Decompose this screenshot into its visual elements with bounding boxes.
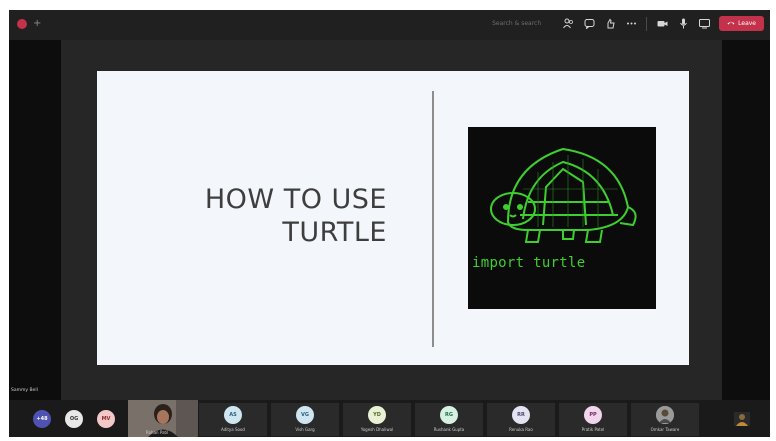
participant-tile-content: PP Pratik Patel — [559, 400, 627, 437]
participant-tile-content: RG Rushank Gupta — [415, 400, 483, 437]
participant-rg[interactable]: RG Rushank Gupta — [415, 403, 483, 436]
right-letterbox — [722, 40, 770, 400]
participant-video-tile[interactable]: Rohan Patil — [128, 400, 198, 437]
avatar: YD — [368, 405, 386, 424]
turtle-image: import turtle — [468, 127, 656, 309]
participant-name: Yogesh Dhaliwal — [360, 426, 394, 432]
leave-button[interactable]: Leave — [719, 16, 764, 31]
more-icon[interactable] — [625, 18, 637, 30]
slide-title-line-1: HOW TO USE — [204, 184, 387, 215]
participant-tile-content: VG Vish Garg — [271, 400, 339, 437]
avatar: RG — [440, 405, 458, 424]
avatar: MV — [97, 409, 115, 428]
avatar: VG — [296, 405, 314, 424]
participant-yd[interactable]: YD Yogesh Dhaliwal — [343, 403, 411, 436]
add-icon[interactable]: + — [33, 19, 41, 29]
toolbar-divider — [646, 16, 648, 31]
people-icon[interactable] — [562, 18, 574, 30]
toolbar-left: + — [17, 19, 41, 29]
participant-tile-content: RR Renuka Rao — [487, 400, 555, 437]
self-view-icon[interactable] — [731, 400, 753, 437]
participant-pp[interactable]: PP Pratik Patel — [559, 403, 627, 436]
toolbar-right: Search & search Leave — [492, 16, 764, 31]
chat-icon[interactable] — [583, 18, 595, 30]
participant-tile-content: AS Aditya Sood — [199, 400, 267, 437]
participant-tile-content: YD Yogesh Dhaliwal — [343, 400, 411, 437]
slide-divider — [432, 91, 434, 347]
turtle-illustration — [490, 147, 637, 243]
avatar: +48 — [33, 409, 51, 428]
participant-overflow[interactable]: +48 — [31, 400, 53, 437]
participant-name: Renuka Rao — [509, 426, 533, 432]
participant-og[interactable]: OG — [63, 400, 85, 437]
shared-screen-stage: HOW TO USE TURTLE import turtle Sammy Be… — [9, 40, 770, 400]
avatar-photo-icon — [656, 405, 674, 424]
search-hint[interactable]: Search & search — [492, 20, 541, 27]
presenter-name-tag: Sammy Bell — [11, 388, 38, 393]
import-turtle-caption: import turtle — [472, 255, 586, 271]
mic-icon[interactable] — [677, 18, 689, 30]
slide-title: HOW TO USE TURTLE — [205, 183, 387, 249]
reactions-icon[interactable] — [604, 18, 616, 30]
participant-as[interactable]: AS Aditya Sood — [199, 403, 267, 436]
presentation-slide: HOW TO USE TURTLE import turtle — [97, 71, 689, 365]
participant-mv[interactable]: MV — [95, 400, 117, 437]
participant-name: Pratik Patel — [581, 426, 605, 432]
participant-name: Vish Garg — [295, 426, 315, 432]
participant-rr[interactable]: RR Renuka Rao — [487, 403, 555, 436]
participant-tile-content: Omkar Taware — [631, 400, 699, 437]
participant-vg[interactable]: VG Vish Garg — [271, 403, 339, 436]
participant-name: Rohan Patil — [146, 430, 169, 435]
participant-gallery: +48 OG MV Rohan Patil AS Aditya Sood VG … — [9, 400, 770, 437]
participant-name: Rushank Gupta — [433, 426, 465, 432]
meeting-toolbar: + Search & search Leave — [9, 10, 770, 40]
participant-photo[interactable]: Omkar Taware — [631, 403, 699, 436]
slide-title-line-2: TURTLE — [282, 217, 387, 248]
phone-hangup-icon — [727, 20, 735, 27]
recording-icon — [17, 19, 27, 29]
participant-name: Omkar Taware — [650, 426, 680, 432]
participant-name: Aditya Sood — [221, 426, 245, 432]
teams-meeting-window: + Search & search Leave HOW TO USE TURTL… — [9, 10, 770, 437]
leave-label: Leave — [738, 20, 756, 27]
avatar: PP — [584, 405, 602, 424]
share-icon[interactable] — [698, 18, 710, 30]
camera-icon[interactable] — [656, 18, 668, 30]
left-letterbox — [9, 40, 61, 400]
avatar: RR — [512, 405, 530, 424]
avatar: OG — [65, 409, 83, 428]
avatar: AS — [224, 405, 242, 424]
